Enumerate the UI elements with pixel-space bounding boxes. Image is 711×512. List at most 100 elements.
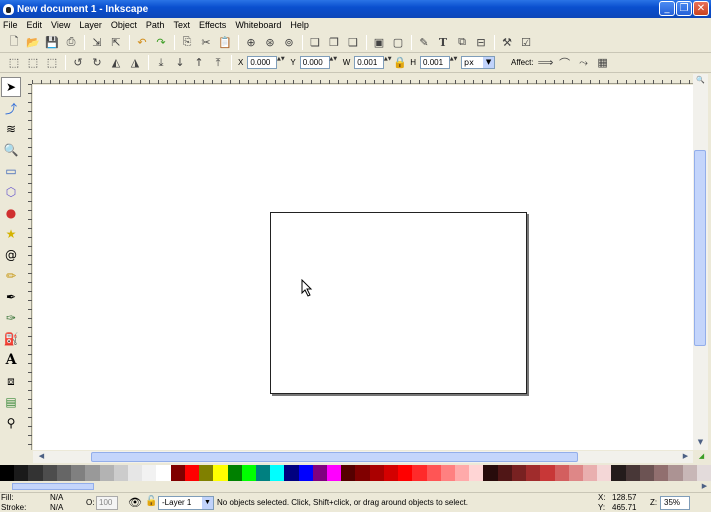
preferences-icon[interactable]: ⚒ xyxy=(499,34,515,50)
new-document-icon[interactable]: 🗋 xyxy=(6,34,22,50)
paint-bucket-tool-icon[interactable]: ⛽ xyxy=(1,329,21,349)
palette-swatch[interactable] xyxy=(526,465,541,481)
palette-swatch[interactable] xyxy=(639,465,655,481)
menu-view[interactable]: View xyxy=(51,20,70,30)
lock-ratio-icon[interactable]: 🔒 xyxy=(393,55,407,71)
opacity-input[interactable]: 100 xyxy=(96,496,118,510)
flip-vertical-icon[interactable]: ◮ xyxy=(127,55,143,71)
palette-swatch[interactable] xyxy=(255,465,271,481)
palette-swatch[interactable] xyxy=(327,465,342,481)
vertical-ruler[interactable] xyxy=(22,84,32,450)
clone-icon[interactable]: ❐ xyxy=(326,34,342,50)
flip-horizontal-icon[interactable]: ◭ xyxy=(108,55,124,71)
node-tool-icon[interactable]: ⤴ xyxy=(1,98,21,118)
palette-swatch[interactable] xyxy=(582,465,598,481)
scroll-down-arrow-icon[interactable]: ▼ xyxy=(694,438,707,448)
h-spin-arrows[interactable]: ▲▼ xyxy=(450,56,458,69)
paste-icon[interactable]: 📋 xyxy=(217,34,233,50)
horizontal-scrollbar[interactable]: ◀ ▶ xyxy=(33,451,693,463)
menu-effects[interactable]: Effects xyxy=(199,20,226,30)
layer-visibility-icon[interactable]: 👁 xyxy=(128,496,142,509)
lower-icon[interactable]: ↓ xyxy=(172,55,188,71)
palette-swatch[interactable] xyxy=(199,465,214,481)
palette-swatch[interactable] xyxy=(483,465,498,481)
palette-swatch[interactable] xyxy=(540,465,555,481)
import-icon[interactable]: ⇲ xyxy=(89,34,105,50)
palette-swatch[interactable] xyxy=(625,465,640,481)
gradient-tool-icon[interactable]: ▤ xyxy=(1,392,21,412)
spiral-tool-icon[interactable]: @ xyxy=(1,245,21,265)
palette-swatch[interactable] xyxy=(312,465,328,481)
palette-swatch[interactable] xyxy=(42,465,57,481)
vertical-scrollbar[interactable]: 🔍 ▼ xyxy=(693,74,708,450)
scale-corners-icon[interactable]: ⌒ xyxy=(557,55,573,71)
minimize-button[interactable]: _ xyxy=(659,1,675,16)
undo-icon[interactable]: ↶ xyxy=(134,34,150,50)
select-all-icon[interactable]: ⬚ xyxy=(6,55,22,71)
palette-swatch[interactable] xyxy=(71,465,86,481)
palette-swatch[interactable] xyxy=(554,465,569,481)
export-icon[interactable]: ⇱ xyxy=(108,34,124,50)
text-font-icon[interactable]: T xyxy=(435,34,451,50)
menu-whiteboard[interactable]: Whiteboard xyxy=(235,20,281,30)
palette-swatch[interactable] xyxy=(241,465,256,481)
palette-swatch[interactable] xyxy=(85,465,100,481)
selector-tool-icon[interactable]: ➤ xyxy=(1,77,21,97)
palette-swatch[interactable] xyxy=(227,465,242,481)
dropper-tool-icon[interactable]: ⚲ xyxy=(1,413,21,433)
rectangle-tool-icon[interactable]: ▭ xyxy=(1,161,21,181)
drawing-canvas[interactable] xyxy=(33,85,693,450)
horizontal-ruler[interactable] xyxy=(32,74,693,84)
rotate-ccw-icon[interactable]: ↺ xyxy=(70,55,86,71)
palette-swatch[interactable] xyxy=(668,465,683,481)
palette-swatch[interactable] xyxy=(597,465,612,481)
copy-icon[interactable]: ⎘ xyxy=(179,34,195,50)
unit-select[interactable]: px ▼ xyxy=(461,56,496,69)
palette-swatch[interactable] xyxy=(426,465,441,481)
palette-swatch[interactable] xyxy=(127,465,143,481)
palette-swatch[interactable] xyxy=(0,465,15,481)
calligraphy-tool-icon[interactable]: ✑ xyxy=(1,308,21,328)
close-button[interactable]: ✕ xyxy=(693,1,709,16)
3d-box-tool-icon[interactable]: ⬡ xyxy=(1,182,21,202)
palette-swatch[interactable] xyxy=(14,465,29,481)
palette-swatch[interactable] xyxy=(113,465,128,481)
scale-stroke-icon[interactable]: ⟹ xyxy=(538,55,554,71)
move-patterns-icon[interactable]: ▦ xyxy=(595,55,611,71)
deselect-icon[interactable]: ⬚ xyxy=(44,55,60,71)
text-tool-icon[interactable]: A xyxy=(1,350,21,370)
palette-swatch[interactable] xyxy=(184,465,200,481)
zoom-tool-icon[interactable]: 🔍 xyxy=(1,140,21,160)
xml-editor-icon[interactable]: ⧉ xyxy=(454,34,470,50)
menu-edit[interactable]: Edit xyxy=(27,20,43,30)
palette-swatch[interactable] xyxy=(270,465,285,481)
maximize-button[interactable]: ❐ xyxy=(676,1,692,16)
x-input[interactable]: 0.000 xyxy=(247,56,278,69)
align-distribute-icon[interactable]: ⊟ xyxy=(473,34,489,50)
zoom-drawing-icon[interactable]: ⊛ xyxy=(262,34,278,50)
w-input[interactable]: 0.001 xyxy=(354,56,385,69)
fill-value[interactable]: N/A xyxy=(50,493,63,502)
rotate-cw-icon[interactable]: ↻ xyxy=(89,55,105,71)
palette-swatch[interactable] xyxy=(383,465,399,481)
y-spin-arrows[interactable]: ▲▼ xyxy=(329,56,337,69)
color-managed-icon[interactable]: ◢ xyxy=(695,452,708,462)
vertical-scroll-thumb[interactable] xyxy=(694,150,706,346)
palette-swatch[interactable] xyxy=(170,465,185,481)
lower-to-bottom-icon[interactable]: ⤓ xyxy=(153,55,169,71)
palette-swatch[interactable] xyxy=(696,465,711,481)
move-gradients-icon[interactable]: ⤳ xyxy=(576,55,592,71)
menu-object[interactable]: Object xyxy=(111,20,137,30)
ungroup-icon[interactable]: ▢ xyxy=(390,34,406,50)
unlink-clone-icon[interactable]: ❑ xyxy=(345,34,361,50)
palette-swatch[interactable] xyxy=(412,465,427,481)
palette-swatch[interactable] xyxy=(511,465,527,481)
scroll-left-arrow-icon[interactable]: ◀ xyxy=(35,452,48,462)
menu-path[interactable]: Path xyxy=(146,20,165,30)
connector-tool-icon[interactable]: ⧈ xyxy=(1,371,21,391)
tweak-tool-icon[interactable]: ≋ xyxy=(1,119,21,139)
pen-tool-icon[interactable]: ✒ xyxy=(1,287,21,307)
print-icon[interactable]: ⎙ xyxy=(63,34,79,50)
palette-swatch[interactable] xyxy=(28,465,43,481)
duplicate-icon[interactable]: ❏ xyxy=(307,34,323,50)
